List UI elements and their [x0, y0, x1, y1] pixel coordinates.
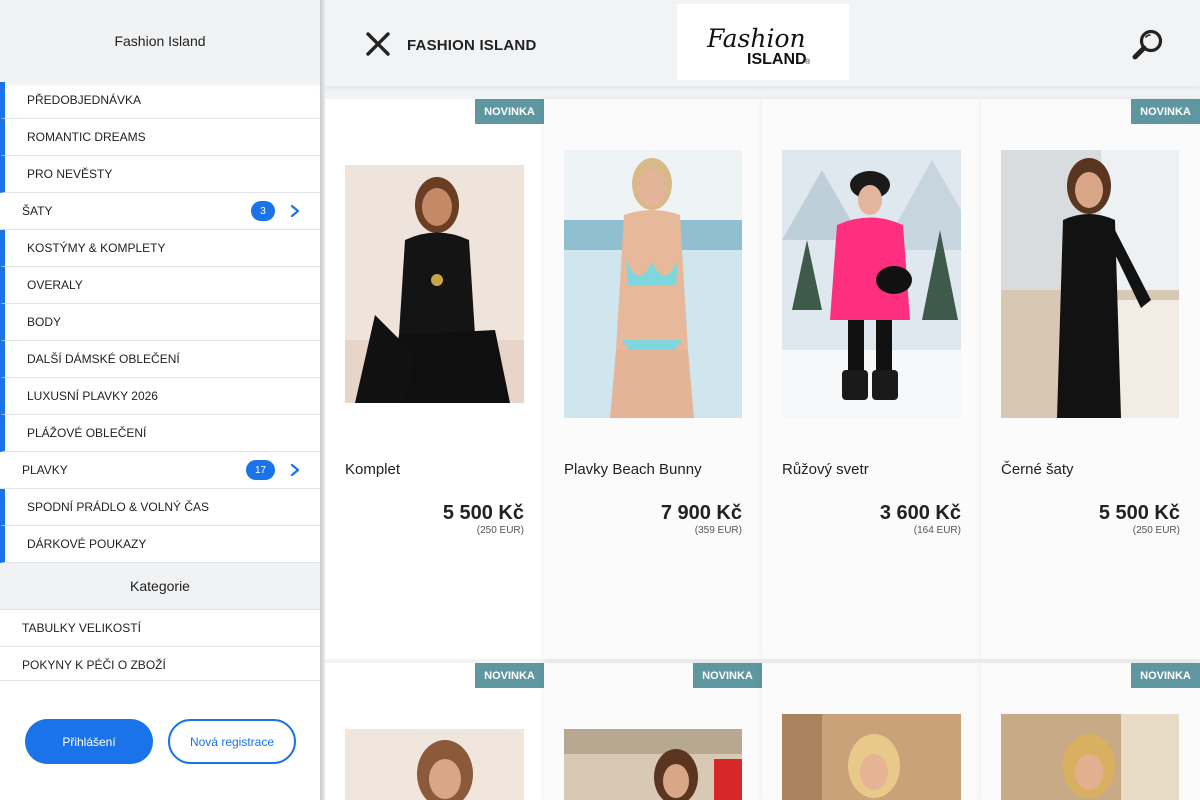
sidebar-item-darkove-poukazy[interactable]: DÁRKOVÉ POUKAZY [0, 526, 320, 563]
sidebar-item-label: PRO NEVĚSTY [27, 167, 113, 181]
sidebar-item-body[interactable]: BODY [0, 304, 320, 341]
product-name[interactable]: Plavky Beach Bunny [564, 461, 702, 478]
sidebar-item-dalsi-damske-obleceni[interactable]: DALŠÍ DÁMSKÉ OBLEČENÍ [0, 341, 320, 378]
navigation-sidebar: Fashion Island PŘEDOBJEDNÁVKA ROMANTIC D… [0, 0, 320, 800]
sidebar-item-overaly[interactable]: OVERALY [0, 267, 320, 304]
product-price-eur: (164 EUR) [913, 525, 961, 536]
sidebar-header: Fashion Island [0, 0, 320, 82]
product-name[interactable]: Komplet [345, 461, 400, 478]
product-image[interactable] [345, 729, 524, 800]
sidebar-item-spodni-pradlo[interactable]: SPODNÍ PRÁDLO & VOLNÝ ČAS [0, 489, 320, 526]
product-card[interactable]: Růžový svetr 3 600 Kč (164 EUR) [762, 99, 981, 659]
product-price-eur: (250 EUR) [476, 525, 524, 536]
product-image[interactable] [345, 165, 524, 403]
sidebar-item-label: PŘEDOBJEDNÁVKA [27, 93, 142, 107]
new-badge: NOVINKA [693, 663, 762, 688]
sidebar-item-pokyny-k-peci[interactable]: POKYNY K PÉČI O ZBOŽÍ [0, 647, 320, 684]
logo-line2: ISLAND [747, 51, 807, 68]
sidebar-item-label: TABULKY VELIKOSTÍ [22, 621, 141, 635]
sidebar-item-pro-nevesty[interactable]: PRO NEVĚSTY [0, 156, 320, 193]
sidebar-item-predobjednavka[interactable]: PŘEDOBJEDNÁVKA [0, 82, 320, 119]
product-image[interactable] [1001, 714, 1179, 800]
sidebar-item-label: ROMANTIC DREAMS [27, 130, 146, 144]
search-icon[interactable] [1131, 28, 1165, 62]
account-footer: Přihlášení Nová registrace [0, 680, 320, 800]
close-icon[interactable] [365, 31, 391, 57]
product-image[interactable] [564, 150, 742, 418]
sidebar-title: Fashion Island [114, 33, 206, 49]
sidebar-item-label: PLAVKY [22, 463, 68, 477]
section-title-label: Kategorie [130, 578, 190, 594]
brand-logo[interactable]: Fashion ISLAND ® [677, 4, 849, 80]
sidebar-item-romantic-dreams[interactable]: ROMANTIC DREAMS [0, 119, 320, 156]
product-grid: NOVINKA Komplet 5 500 Kč (250 EUR) Plavk… [325, 99, 1200, 800]
product-image[interactable] [782, 714, 961, 800]
product-image[interactable] [782, 150, 961, 418]
sidebar-item-label: SPODNÍ PRÁDLO & VOLNÝ ČAS [27, 500, 210, 514]
product-card[interactable]: NOVINKA Černé šaty 5 500 Kč (250 EUR) [981, 99, 1200, 659]
brand-logo-image: Fashion ISLAND ® [706, 24, 811, 68]
new-badge: NOVINKA [1131, 663, 1200, 688]
product-price: 5 500 Kč [442, 502, 524, 524]
logo-line1: Fashion [706, 24, 806, 53]
sidebar-item-label: ŠATY [22, 204, 53, 218]
sidebar-item-label: OVERALY [27, 278, 83, 292]
product-price: 3 600 Kč [879, 502, 961, 524]
product-price-eur: (250 EUR) [1132, 525, 1180, 536]
product-card[interactable]: NOVINKA [544, 663, 762, 800]
sidebar-item-label: LUXUSNÍ PLAVKY 2026 [27, 389, 158, 403]
product-price-eur: (359 EUR) [694, 525, 742, 536]
logo-mark: ® [805, 58, 811, 66]
sidebar-item-saty[interactable]: ŠATY 3 [0, 193, 320, 230]
chevron-right-icon[interactable] [288, 204, 302, 218]
register-button[interactable]: Nová registrace [168, 719, 296, 764]
page-title: FASHION ISLAND [407, 37, 537, 54]
sidebar-item-label: BODY [27, 315, 62, 329]
product-name[interactable]: Černé šaty [1001, 461, 1074, 478]
product-card[interactable] [762, 663, 981, 800]
product-image[interactable] [1001, 150, 1179, 418]
product-name[interactable]: Růžový svetr [782, 461, 869, 478]
chevron-right-icon[interactable] [288, 463, 302, 477]
sidebar-item-luxusni-plavky[interactable]: LUXUSNÍ PLAVKY 2026 [0, 378, 320, 415]
sidebar-item-plazove-obleceni[interactable]: PLÁŽOVÉ OBLEČENÍ [0, 415, 320, 452]
product-price: 7 900 Kč [660, 502, 742, 524]
new-badge: NOVINKA [475, 663, 544, 688]
top-bar: FASHION ISLAND Fashion ISLAND ® [325, 0, 1200, 86]
sidebar-item-label: DÁRKOVÉ POUKAZY [27, 537, 147, 551]
sidebar-item-kostymy-komplety[interactable]: KOSTÝMY & KOMPLETY [0, 230, 320, 267]
sidebar-item-label: POKYNY K PÉČI O ZBOŽÍ [22, 658, 166, 672]
product-price: 5 500 Kč [1098, 502, 1180, 524]
product-card[interactable]: NOVINKA [325, 663, 544, 800]
sidebar-item-label: PLÁŽOVÉ OBLEČENÍ [27, 426, 147, 440]
count-badge: 17 [246, 460, 275, 480]
product-card[interactable]: NOVINKA Komplet 5 500 Kč (250 EUR) [325, 99, 544, 659]
sidebar-item-label: KOSTÝMY & KOMPLETY [27, 241, 166, 255]
new-badge: NOVINKA [1131, 99, 1200, 124]
product-image[interactable] [564, 729, 742, 800]
category-menu: PŘEDOBJEDNÁVKA ROMANTIC DREAMS PRO NEVĚS… [0, 82, 320, 684]
product-card[interactable]: NOVINKA [981, 663, 1200, 800]
sidebar-item-tabulky-velikosti[interactable]: TABULKY VELIKOSTÍ [0, 610, 320, 647]
login-button[interactable]: Přihlášení [25, 719, 153, 764]
sidebar-item-plavky[interactable]: PLAVKY 17 [0, 452, 320, 489]
sidebar-item-label: DALŠÍ DÁMSKÉ OBLEČENÍ [27, 352, 180, 366]
count-badge: 3 [251, 201, 275, 221]
section-title-kategorie: Kategorie [0, 563, 320, 610]
sidebar-divider [320, 0, 325, 800]
new-badge: NOVINKA [475, 99, 544, 124]
product-card[interactable]: Plavky Beach Bunny 7 900 Kč (359 EUR) [544, 99, 762, 659]
